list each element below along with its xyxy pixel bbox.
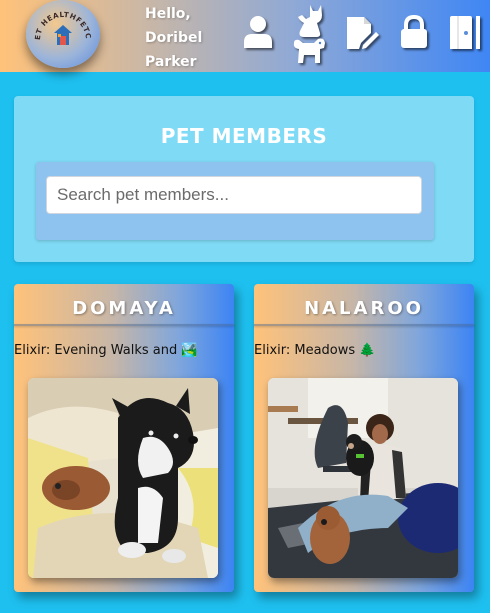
dogs-on-bed-image bbox=[28, 378, 218, 578]
greeting-hello: Hello, bbox=[145, 6, 191, 22]
dogs-with-owner-image bbox=[268, 378, 458, 578]
card-divider bbox=[254, 324, 474, 326]
house-icon bbox=[54, 25, 72, 45]
greeting: Hello, Doribel Parker bbox=[145, 2, 235, 74]
search-input[interactable] bbox=[46, 176, 422, 214]
greeting-last-name: Parker bbox=[145, 54, 197, 70]
top-nav-bar: PET HEALTHFETCH Hello, Doribel Parker bbox=[0, 0, 490, 72]
lock-icon[interactable] bbox=[398, 15, 430, 49]
pets-icon[interactable] bbox=[290, 3, 328, 65]
page-title: PET MEMBERS bbox=[160, 124, 328, 148]
logout-door-icon[interactable] bbox=[448, 15, 482, 51]
pet-elixir: Elixir: Evening Walks and 🏞️ bbox=[14, 343, 198, 358]
pet-name: NALAROO bbox=[304, 298, 424, 319]
card-divider bbox=[14, 324, 234, 326]
greeting-first-name: Doribel bbox=[145, 30, 203, 46]
pet-card[interactable]: DOMAYA Elixir: Evening Walks and 🏞️ bbox=[14, 284, 234, 592]
pet-photo[interactable] bbox=[268, 378, 458, 578]
pet-card[interactable]: NALAROO Elixir: Meadows 🌲 bbox=[254, 284, 474, 592]
pet-photo[interactable] bbox=[28, 378, 218, 578]
pet-members-panel: PET MEMBERS bbox=[14, 96, 474, 262]
edit-document-icon[interactable] bbox=[344, 15, 380, 51]
user-icon[interactable] bbox=[242, 15, 274, 49]
pet-elixir: Elixir: Meadows 🌲 bbox=[254, 343, 376, 358]
pet-name: DOMAYA bbox=[72, 298, 176, 319]
app-logo[interactable]: PET HEALTHFETCH bbox=[26, 0, 100, 68]
search-container bbox=[36, 162, 434, 240]
